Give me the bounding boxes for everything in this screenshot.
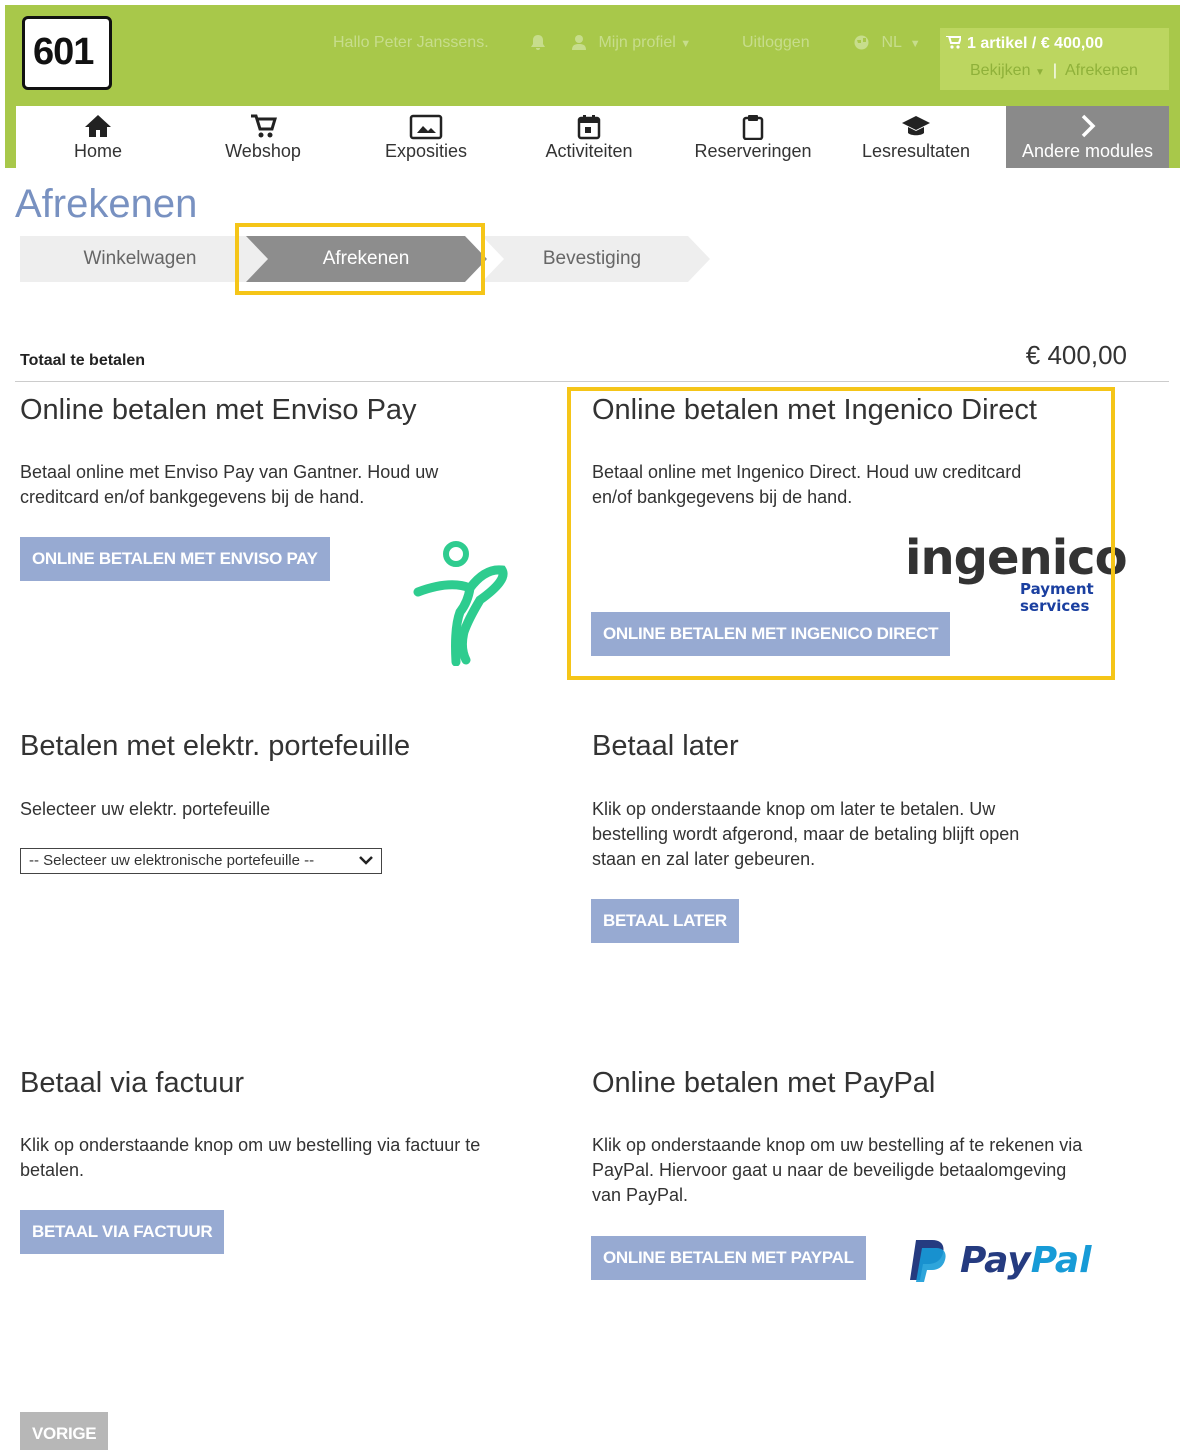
nav-label: Webshop xyxy=(225,141,301,161)
cart-icon xyxy=(216,114,310,140)
nav-label: Lesresultaten xyxy=(861,141,971,161)
nav-label: Andere modules xyxy=(1021,141,1154,161)
caret-down-icon: ▼ xyxy=(1034,67,1045,78)
later-title: Betaal later xyxy=(592,730,739,762)
caret-down-icon: ▼ xyxy=(680,38,692,50)
paypal-p-icon xyxy=(908,1238,948,1289)
step-cart[interactable]: Winkelwagen xyxy=(40,236,240,282)
nav-label: Home xyxy=(73,141,122,161)
wallet-text: Selecteer uw elektr. portefeuille xyxy=(20,799,271,819)
invoice-text: Klik op onderstaande knop om uw bestelli… xyxy=(20,1135,481,1180)
highlight-current-step xyxy=(235,223,485,295)
total-value: € 400,00 xyxy=(1025,340,1127,370)
separator: | xyxy=(1052,62,1057,79)
enviso-logo-figure-icon xyxy=(410,540,510,671)
nav-item-activiteiten[interactable]: Activiteiten xyxy=(534,106,644,168)
total-label: Totaal te betalen xyxy=(20,352,146,369)
logout-link[interactable]: Uitloggen xyxy=(742,34,810,52)
cart-view-link[interactable]: Bekijken ▼ xyxy=(970,62,1045,79)
language-label: NL xyxy=(881,34,902,51)
nav-item-reserveringen[interactable]: Reserveringen xyxy=(688,106,818,168)
back-button[interactable]: VORIGE xyxy=(20,1412,109,1450)
nav-item-more-modules[interactable]: Andere modules xyxy=(1006,106,1169,168)
chevron-down-icon xyxy=(359,856,373,865)
nav-item-exposities[interactable]: Exposities xyxy=(376,106,476,168)
paypal-logo-pay: Pay xyxy=(960,1240,1031,1281)
pay-later-button[interactable]: BETAAL LATER xyxy=(591,899,739,943)
shopping-cart-icon xyxy=(946,35,963,49)
paypal-pay-button[interactable]: ONLINE BETALEN MET PAYPAL xyxy=(591,1236,866,1280)
globe-icon xyxy=(854,35,869,50)
chevron-right-icon xyxy=(1006,114,1169,140)
paypal-title: Online betalen met PayPal xyxy=(592,1067,936,1099)
cart-view-label: Bekijken xyxy=(970,62,1031,79)
cart-summary-text[interactable]: 1 artikel / € 400,00 xyxy=(946,35,1103,53)
nav-border-left xyxy=(5,106,16,168)
nav-item-home[interactable]: Home xyxy=(61,106,135,168)
wallet-title: Betalen met elektr. portefeuille xyxy=(20,730,411,762)
clipboard-icon xyxy=(688,114,818,141)
home-icon xyxy=(61,114,135,140)
later-text: Klik op onderstaande knop om later te be… xyxy=(592,799,1020,869)
enviso-text: Betaal online met Enviso Pay van Gantner… xyxy=(20,462,439,507)
cart-count-total: 1 artikel / € 400,00 xyxy=(967,35,1104,52)
image-icon xyxy=(376,114,476,140)
highlight-ingenico-section xyxy=(567,387,1115,680)
cart-summary: 1 artikel / € 400,00 Bekijken ▼ | Afrekene… xyxy=(940,28,1169,90)
nav-label: Activiteiten xyxy=(545,141,633,161)
calendar-icon xyxy=(534,114,644,140)
logo-text: 601 xyxy=(33,31,94,73)
main-nav: Home Webshop Exposities Activiteiten Res… xyxy=(16,106,998,168)
pay-invoice-button[interactable]: BETAAL VIA FACTUUR xyxy=(20,1210,225,1254)
step-confirmation: Bevestiging xyxy=(542,248,642,269)
greeting-text: Hallo Peter Janssens. xyxy=(333,34,489,51)
bell-icon[interactable] xyxy=(530,34,546,56)
nav-label: Exposities xyxy=(384,141,468,161)
paypal-logo: PayPal xyxy=(960,1240,1091,1281)
user-icon xyxy=(572,35,586,51)
wallet-select[interactable]: -- Selecteer uw elektronische portefeuil… xyxy=(20,848,382,874)
language-menu[interactable]: NL ▼ xyxy=(854,34,921,52)
cart-checkout-link[interactable]: Afrekenen xyxy=(1065,62,1138,79)
graduation-cap-icon xyxy=(854,114,978,140)
profile-menu[interactable]: Mijn profiel ▼ xyxy=(572,34,691,52)
profile-label: Mijn profiel xyxy=(598,34,676,51)
wallet-select-value: -- Selecteer uw elektronische portefeuil… xyxy=(29,852,315,869)
nav-border-right xyxy=(1169,106,1180,168)
enviso-pay-button[interactable]: ONLINE BETALEN MET ENVISO PAY xyxy=(20,537,330,581)
enviso-title: Online betalen met Enviso Pay xyxy=(20,394,417,426)
paypal-text: Klik op onderstaande knop om uw bestelli… xyxy=(592,1135,1083,1205)
paypal-logo-pal: Pal xyxy=(1030,1240,1092,1281)
nav-item-lesresultaten[interactable]: Lesresultaten xyxy=(854,106,978,168)
caret-down-icon: ▼ xyxy=(909,38,921,50)
site-logo[interactable]: 601 xyxy=(22,16,112,90)
nav-item-webshop[interactable]: Webshop xyxy=(216,106,310,168)
divider xyxy=(15,381,1169,382)
page-title: Afrekenen xyxy=(15,182,198,226)
invoice-title: Betaal via factuur xyxy=(20,1067,245,1099)
nav-label: Reserveringen xyxy=(694,141,812,161)
